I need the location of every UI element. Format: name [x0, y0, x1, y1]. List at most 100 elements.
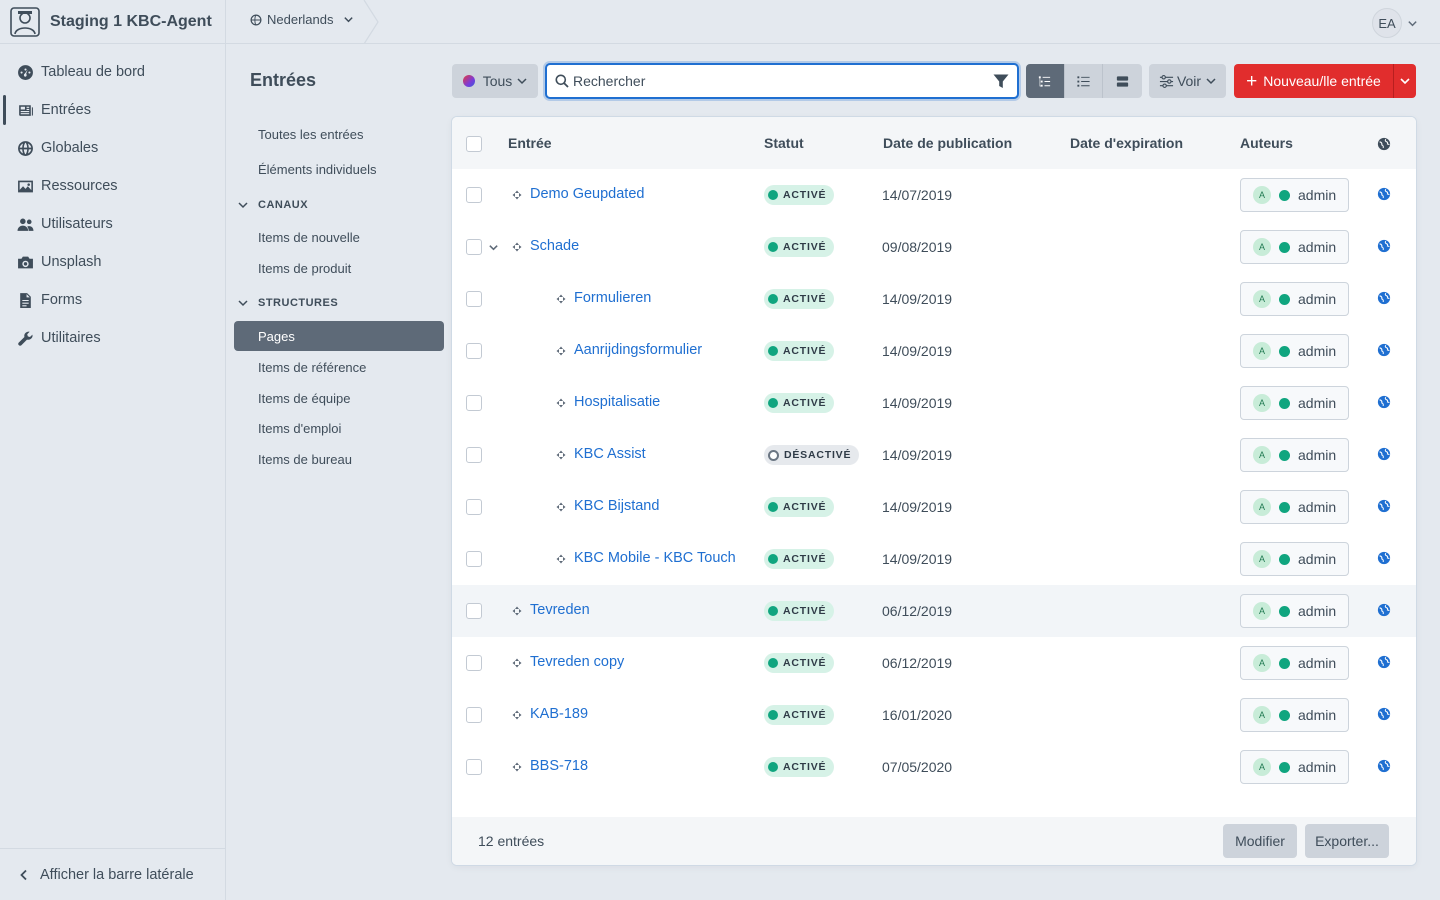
entry-title-link[interactable]: Formulieren	[574, 290, 651, 306]
row-checkbox[interactable]	[466, 603, 482, 619]
column-header-post-date[interactable]: Date de publication	[883, 135, 1012, 151]
globe-icon[interactable]	[1377, 655, 1391, 669]
author-chip[interactable]: Aadmin	[1240, 750, 1349, 784]
row-checkbox[interactable]	[466, 551, 482, 567]
source-job-items[interactable]: Items d'emploi	[234, 413, 444, 443]
globe-icon[interactable]	[1377, 343, 1391, 357]
search-input[interactable]	[573, 69, 983, 93]
cards-view-button[interactable]	[1103, 64, 1142, 98]
author-chip[interactable]: Aadmin	[1240, 490, 1349, 524]
export-button[interactable]: Exporter...	[1305, 824, 1389, 858]
source-pages[interactable]: Pages	[234, 321, 444, 351]
author-chip[interactable]: Aadmin	[1240, 282, 1349, 316]
entry-title-link[interactable]: Schade	[530, 238, 579, 254]
globe-icon[interactable]	[1377, 395, 1391, 409]
structures-heading[interactable]: STRUCTURES	[234, 287, 444, 319]
structure-view-button[interactable]	[1026, 64, 1065, 98]
column-header-status[interactable]: Statut	[764, 135, 804, 151]
site-header[interactable]: Staging 1 KBC-Agent	[0, 0, 225, 44]
globe-icon[interactable]	[1377, 239, 1391, 253]
author-chip[interactable]: Aadmin	[1240, 646, 1349, 680]
table-row[interactable]: BBS-718 ACTIVÉ 07/05/2020 Aadmin	[452, 741, 1416, 793]
move-icon[interactable]	[556, 554, 566, 564]
filter-icon[interactable]	[993, 74, 1009, 89]
source-product-items[interactable]: Items de produit	[234, 253, 444, 283]
table-row[interactable]: Tevreden copy ACTIVÉ 06/12/2019 Aadmin	[452, 637, 1416, 689]
nav-item-globals[interactable]: Globales	[0, 129, 225, 167]
column-header-expiry-date[interactable]: Date d'expiration	[1070, 135, 1183, 151]
row-checkbox[interactable]	[466, 655, 482, 671]
entry-title-link[interactable]: Demo Geupdated	[530, 186, 644, 202]
move-icon[interactable]	[512, 762, 522, 772]
table-row[interactable]: KBC Bijstand ACTIVÉ 14/09/2019 Aadmin	[452, 481, 1416, 533]
author-chip[interactable]: Aadmin	[1240, 178, 1349, 212]
site-switcher[interactable]: Nederlands	[250, 12, 354, 27]
row-checkbox[interactable]	[466, 395, 482, 411]
row-checkbox[interactable]	[466, 499, 482, 515]
nav-item-dashboard[interactable]: Tableau de bord	[0, 53, 225, 91]
move-icon[interactable]	[556, 450, 566, 460]
source-news-items[interactable]: Items de nouvelle	[234, 222, 444, 252]
table-row[interactable]: Formulieren ACTIVÉ 14/09/2019 Aadmin	[452, 273, 1416, 325]
move-icon[interactable]	[556, 502, 566, 512]
move-icon[interactable]	[512, 658, 522, 668]
entry-title-link[interactable]: Hospitalisatie	[574, 394, 660, 410]
globe-icon[interactable]	[1377, 707, 1391, 721]
author-chip[interactable]: Aadmin	[1240, 698, 1349, 732]
source-team-items[interactable]: Items de équipe	[234, 383, 444, 413]
source-office-items[interactable]: Items de bureau	[234, 444, 444, 474]
entry-title-link[interactable]: Aanrijdingsformulier	[574, 342, 702, 358]
new-entry-menu-button[interactable]	[1394, 64, 1416, 98]
table-row[interactable]: Demo Geupdated ACTIVÉ 14/07/2019 Aadmin	[452, 169, 1416, 221]
entry-title-link[interactable]: KBC Assist	[574, 446, 646, 462]
source-singles[interactable]: Éléments individuels	[234, 154, 444, 184]
table-row[interactable]: KBC Mobile - KBC Touch ACTIVÉ 14/09/2019 Aa…	[452, 533, 1416, 585]
user-menu[interactable]: EA	[1372, 8, 1418, 38]
globe-icon[interactable]	[1377, 551, 1391, 565]
row-checkbox[interactable]	[466, 447, 482, 463]
row-checkbox[interactable]	[466, 759, 482, 775]
entry-title-link[interactable]: Tevreden	[530, 602, 590, 618]
move-icon[interactable]	[512, 242, 522, 252]
row-checkbox[interactable]	[466, 187, 482, 203]
row-checkbox[interactable]	[466, 239, 482, 255]
table-row[interactable]: Aanrijdingsformulier ACTIVÉ 14/09/2019 Aadm…	[452, 325, 1416, 377]
table-row[interactable]: Schade ACTIVÉ 09/08/2019 Aadmin	[452, 221, 1416, 273]
table-view-button[interactable]	[1064, 64, 1104, 98]
column-header-title[interactable]: Entrée	[508, 135, 552, 151]
move-icon[interactable]	[556, 398, 566, 408]
view-options-button[interactable]: Voir	[1149, 64, 1226, 98]
globe-icon[interactable]	[1377, 447, 1391, 461]
nav-item-forms[interactable]: Forms	[0, 281, 225, 319]
column-header-authors[interactable]: Auteurs	[1240, 135, 1293, 151]
move-icon[interactable]	[512, 710, 522, 720]
move-icon[interactable]	[556, 294, 566, 304]
nav-item-entries[interactable]: Entrées	[0, 91, 225, 129]
row-checkbox[interactable]	[466, 343, 482, 359]
entry-title-link[interactable]: BBS-718	[530, 758, 588, 774]
entry-title-link[interactable]: Tevreden copy	[530, 654, 624, 670]
source-all-entries[interactable]: Toutes les entrées	[234, 119, 444, 149]
author-chip[interactable]: Aadmin	[1240, 386, 1349, 420]
author-chip[interactable]: Aadmin	[1240, 230, 1349, 264]
nav-item-assets[interactable]: Ressources	[0, 167, 225, 205]
table-row[interactable]: Hospitalisatie ACTIVÉ 14/09/2019 Aadmin	[452, 377, 1416, 429]
chevron-down-icon[interactable]	[488, 242, 499, 253]
table-row[interactable]: KBC Assist DÉSACTIVÉ 14/09/2019 Aadmin	[452, 429, 1416, 481]
table-row[interactable]: KAB-189 ACTIVÉ 16/01/2020 Aadmin	[452, 689, 1416, 741]
site-menu-button[interactable]: Tous	[452, 64, 538, 98]
globe-icon[interactable]	[1377, 291, 1391, 305]
table-row[interactable]: Tevreden ACTIVÉ 06/12/2019 Aadmin	[452, 585, 1416, 637]
channels-heading[interactable]: CANAUX	[234, 189, 444, 221]
new-entry-button[interactable]: + Nouveau/lle entrée	[1234, 64, 1394, 98]
row-checkbox[interactable]	[466, 707, 482, 723]
globe-icon[interactable]	[1377, 499, 1391, 513]
move-icon[interactable]	[512, 606, 522, 616]
author-chip[interactable]: Aadmin	[1240, 438, 1349, 472]
edit-button[interactable]: Modifier	[1223, 824, 1297, 858]
globe-icon[interactable]	[1377, 759, 1391, 773]
row-checkbox[interactable]	[466, 291, 482, 307]
entry-title-link[interactable]: KAB-189	[530, 706, 588, 722]
source-reference-items[interactable]: Items de référence	[234, 352, 444, 382]
move-icon[interactable]	[512, 190, 522, 200]
